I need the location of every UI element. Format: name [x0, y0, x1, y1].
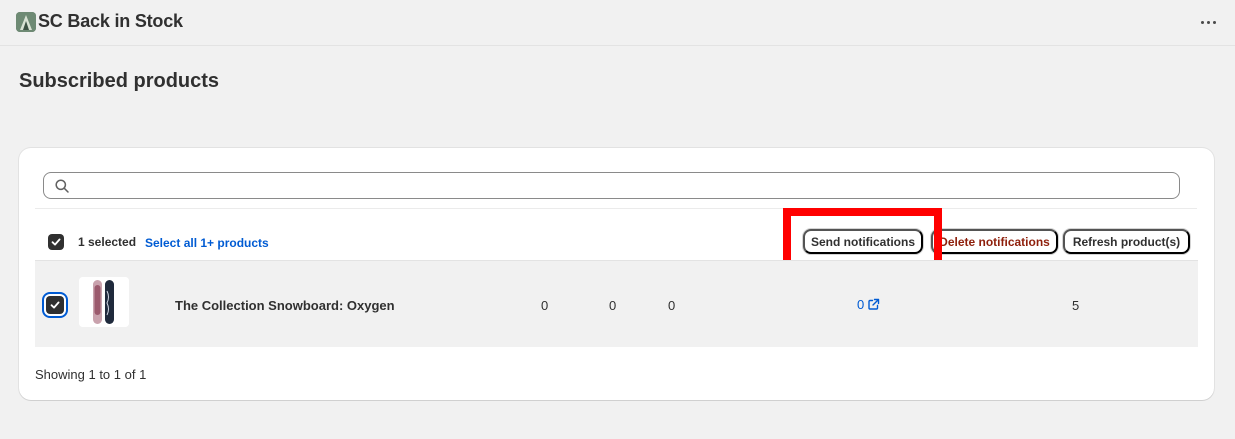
cell-value: 0	[668, 298, 676, 313]
refresh-products-button[interactable]: Refresh product(s)	[1063, 229, 1190, 254]
cell-value: 0	[541, 298, 549, 313]
subscribers-link[interactable]: 0	[857, 297, 880, 312]
search-field[interactable]	[43, 172, 1180, 199]
select-all-checkbox[interactable]	[48, 234, 64, 250]
table-row[interactable]: The Collection Snowboard: Oxygen 0 0 0 0…	[35, 260, 1198, 347]
more-actions-button[interactable]	[1194, 10, 1222, 34]
checkmark-icon	[51, 238, 61, 246]
page-title: Subscribed products	[19, 70, 220, 92]
cell-value: 5	[1072, 298, 1080, 313]
checkmark-icon	[50, 301, 60, 309]
products-card: 1 selected Select all 1+ products Send n…	[19, 148, 1214, 400]
more-horizontal-icon	[1200, 20, 1204, 24]
app-bar: SC Back in Stock	[0, 0, 1235, 46]
pagination-text: Showing 1 to 1 of 1	[35, 367, 147, 382]
delete-notifications-button[interactable]: Delete notifications	[931, 229, 1058, 254]
select-all-link[interactable]: Select all 1+ products	[145, 236, 269, 250]
external-link-icon	[868, 298, 880, 310]
app-logo-icon	[16, 12, 36, 32]
divider	[35, 208, 1197, 209]
search-input[interactable]	[76, 175, 1166, 196]
cell-value: 0	[609, 298, 617, 313]
search-icon	[55, 179, 69, 193]
subscribers-count: 0	[857, 297, 865, 312]
selected-count: 1 selected	[78, 235, 137, 249]
send-notifications-button[interactable]: Send notifications	[803, 229, 923, 254]
product-thumbnail	[79, 277, 129, 327]
product-name[interactable]: The Collection Snowboard: Oxygen	[175, 298, 395, 313]
app-title: SC Back in Stock	[38, 11, 183, 31]
row-checkbox[interactable]	[46, 296, 64, 314]
